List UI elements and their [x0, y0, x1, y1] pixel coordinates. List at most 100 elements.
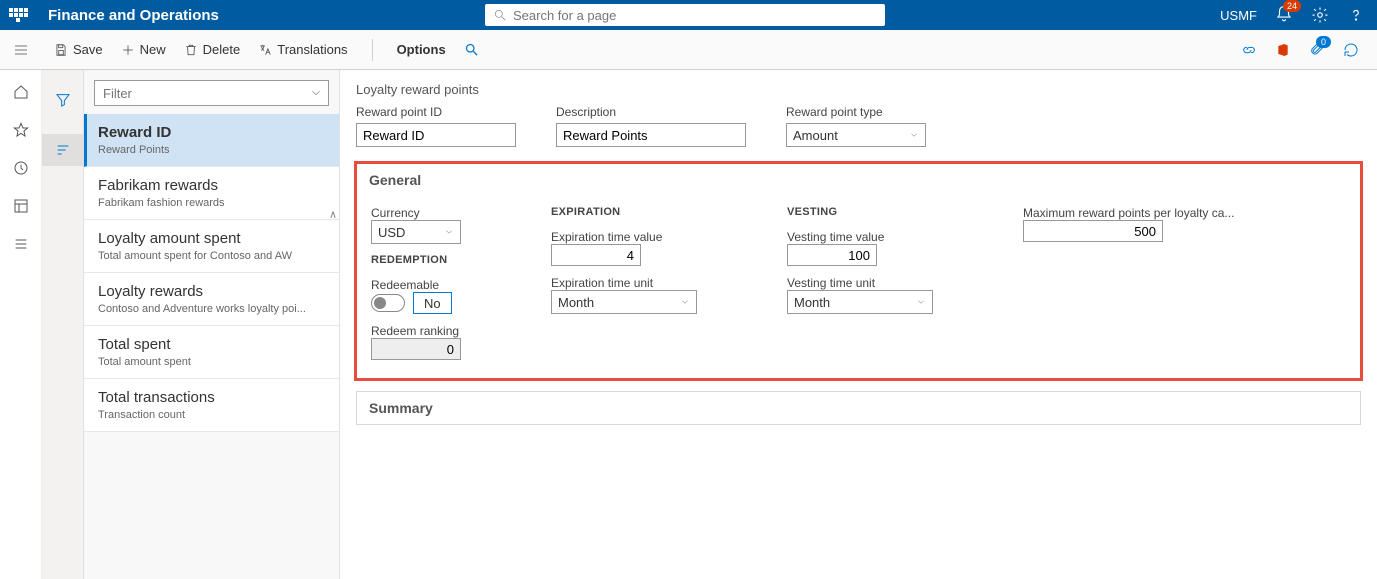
list-item[interactable]: Loyalty rewards Contoso and Adventure wo…	[84, 273, 339, 326]
attach-badge: 0	[1316, 36, 1331, 48]
currency-select[interactable]: USD	[371, 220, 461, 244]
exp-time-unit-select[interactable]: Month	[551, 290, 697, 314]
redeemable-toggle[interactable]	[371, 294, 405, 312]
list-item[interactable]: Reward ID Reward Points	[84, 114, 339, 167]
redemption-group-head: REDEMPTION	[371, 254, 461, 266]
list-item[interactable]: Loyalty amount spent Total amount spent …	[84, 220, 339, 273]
notification-badge: 24	[1283, 0, 1301, 12]
divider	[372, 39, 373, 61]
reward-point-type-label: Reward point type	[786, 105, 926, 119]
record-list: Reward ID Reward Points Fabrikam rewards…	[84, 114, 339, 579]
list-item[interactable]: Total transactions Transaction count	[84, 379, 339, 432]
chevron-down-icon	[444, 227, 454, 237]
vesting-group-head: VESTING	[787, 206, 933, 218]
office-icon[interactable]	[1275, 42, 1291, 58]
list-item-sub: Transaction count	[98, 409, 325, 421]
legal-entity[interactable]: USMF	[1220, 8, 1257, 23]
save-label: Save	[73, 42, 103, 57]
vest-time-value-label: Vesting time value	[787, 230, 933, 244]
general-section-header[interactable]: General	[357, 164, 1360, 196]
translations-button[interactable]: Translations	[258, 42, 347, 57]
chevron-down-icon	[309, 86, 323, 100]
list-item-sub: Total amount spent for Contoso and AW	[98, 250, 325, 262]
form-content: Loyalty reward points Reward point ID De…	[340, 70, 1377, 579]
vest-time-unit-select[interactable]: Month	[787, 290, 933, 314]
currency-label: Currency	[371, 206, 461, 220]
translations-label: Translations	[277, 42, 347, 57]
delete-button[interactable]: Delete	[184, 42, 241, 57]
chevron-down-icon	[680, 297, 690, 307]
new-button[interactable]: New	[121, 42, 166, 57]
hamburger-icon[interactable]	[13, 42, 29, 58]
list-item-sub: Total amount spent	[98, 356, 325, 368]
scroll-indicator: ∧	[329, 208, 337, 221]
vest-time-unit-label: Vesting time unit	[787, 276, 933, 290]
refresh-icon[interactable]	[1343, 42, 1359, 58]
list-item-sub: Fabrikam fashion rewards	[98, 197, 325, 209]
star-icon[interactable]	[13, 122, 29, 138]
exp-time-value-label: Expiration time value	[551, 230, 697, 244]
gear-icon[interactable]	[1311, 6, 1329, 24]
global-search-input[interactable]	[513, 8, 877, 23]
action-pane: Save New Delete Translations Options 0	[0, 30, 1377, 70]
options-tab[interactable]: Options	[397, 42, 446, 57]
global-search[interactable]	[485, 4, 885, 26]
list-item-sub: Contoso and Adventure works loyalty poi.…	[98, 303, 325, 315]
reward-point-id-input[interactable]	[356, 123, 516, 147]
list-item-title: Total spent	[98, 336, 325, 353]
attachments-button[interactable]: 0	[1309, 40, 1325, 59]
summary-section-header[interactable]: Summary	[357, 392, 1360, 424]
new-label: New	[140, 42, 166, 57]
reward-point-id-label: Reward point ID	[356, 105, 516, 119]
modules-icon[interactable]	[13, 236, 29, 252]
recent-icon[interactable]	[13, 160, 29, 176]
list-item-title: Loyalty rewards	[98, 283, 325, 300]
sort-tab[interactable]	[42, 134, 83, 166]
list-item-title: Reward ID	[98, 124, 325, 141]
exp-time-unit-label: Expiration time unit	[551, 276, 697, 290]
list-item-title: Fabrikam rewards	[98, 177, 325, 194]
list-item-title: Loyalty amount spent	[98, 230, 325, 247]
currency-value: USD	[378, 225, 405, 240]
filter-tab[interactable]	[42, 84, 83, 116]
delete-label: Delete	[203, 42, 241, 57]
record-list-panel: Reward ID Reward Points Fabrikam rewards…	[84, 70, 340, 579]
redeem-ranking-label: Redeem ranking	[371, 324, 461, 338]
list-item[interactable]: Fabrikam rewards Fabrikam fashion reward…	[84, 167, 339, 220]
help-icon[interactable]	[1347, 6, 1365, 24]
trash-icon	[184, 43, 198, 57]
nav-rail	[0, 70, 42, 579]
list-item-sub: Reward Points	[98, 144, 325, 156]
global-header: Finance and Operations USMF 24	[0, 0, 1377, 30]
description-input[interactable]	[556, 123, 746, 147]
reward-point-type-select[interactable]: Amount	[786, 123, 926, 147]
search-icon	[493, 8, 507, 22]
list-item-title: Total transactions	[98, 389, 325, 406]
workspace-icon[interactable]	[13, 198, 29, 214]
chevron-down-icon	[909, 130, 919, 140]
plus-icon	[121, 43, 135, 57]
redeem-ranking-input[interactable]	[371, 338, 461, 360]
max-points-label: Maximum reward points per loyalty ca...	[1023, 206, 1234, 220]
chevron-down-icon	[916, 297, 926, 307]
link-icon[interactable]	[1241, 42, 1257, 58]
action-search-icon[interactable]	[464, 42, 479, 57]
list-filter-input[interactable]	[94, 80, 329, 106]
list-filter[interactable]	[94, 80, 329, 106]
list-item[interactable]: Total spent Total amount spent	[84, 326, 339, 379]
max-points-input[interactable]	[1023, 220, 1163, 242]
sort-icon	[55, 142, 71, 158]
exp-time-value-input[interactable]	[551, 244, 641, 266]
vest-time-value-input[interactable]	[787, 244, 877, 266]
redeemable-value: No	[413, 292, 452, 314]
app-title: Finance and Operations	[48, 7, 219, 24]
notifications-button[interactable]: 24	[1275, 5, 1293, 26]
expiration-group-head: EXPIRATION	[551, 206, 697, 218]
translations-icon	[258, 43, 272, 57]
save-button[interactable]: Save	[54, 42, 103, 57]
vest-time-unit-value: Month	[794, 295, 830, 310]
general-section: General Currency USD REDEMPTION Redeemab…	[356, 163, 1361, 379]
app-launcher-icon[interactable]	[8, 5, 28, 25]
home-icon[interactable]	[13, 84, 29, 100]
list-filter-rail	[42, 70, 84, 579]
